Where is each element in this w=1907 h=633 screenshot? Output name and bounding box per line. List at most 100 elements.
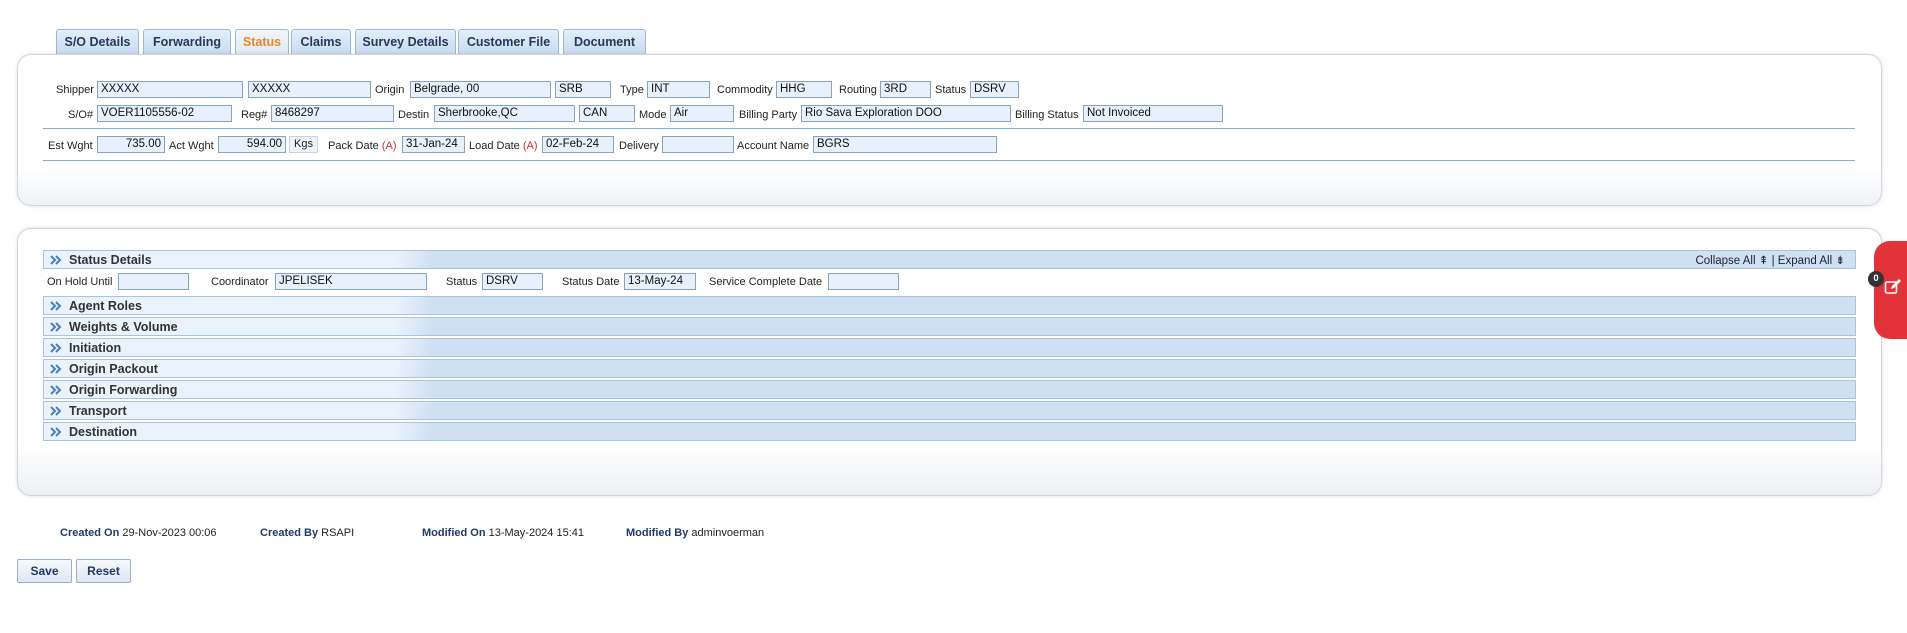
section-title: Origin Forwarding	[69, 383, 178, 397]
tab-survey-details[interactable]: Survey Details	[355, 29, 456, 55]
double-chevron-right-icon	[50, 301, 62, 311]
tab-document[interactable]: Document	[563, 29, 646, 55]
status-field[interactable]: DSRV	[970, 81, 1019, 98]
section-title: Destination	[69, 425, 138, 439]
save-button[interactable]: Save	[17, 559, 72, 583]
section-origin-packout[interactable]: Origin Packout	[43, 359, 1856, 378]
account-name-label: Account Name	[737, 140, 810, 152]
shipper-last-name-field[interactable]: XXXXX	[248, 81, 371, 98]
tab-customer-file[interactable]: Customer File	[458, 29, 559, 55]
destin-label: Destin	[398, 109, 430, 121]
act-weight-label: Act Wght	[169, 140, 214, 152]
est-weight-field[interactable]: 735.00	[97, 136, 165, 153]
section-title: Initiation	[69, 341, 122, 355]
mode-field[interactable]: Air	[670, 105, 734, 122]
collapse-up-icon: ⇞	[1758, 255, 1769, 267]
routing-label: Routing	[839, 84, 877, 96]
coordinator-field[interactable]: JPELISEK	[275, 273, 427, 290]
coordinator-label: Coordinator	[211, 276, 269, 288]
billing-party-field[interactable]: Rio Sava Exploration DOO	[801, 105, 1011, 122]
mode-label: Mode	[639, 109, 667, 121]
created-by: Created By RSAPI	[260, 527, 355, 539]
divider	[43, 128, 1855, 129]
reg-number-label: Reg#	[241, 109, 268, 121]
divider	[43, 160, 1855, 161]
shipper-label: Shipper	[56, 84, 94, 96]
section-title: Transport	[69, 404, 127, 418]
delivery-field[interactable]	[662, 136, 734, 153]
billing-status-label: Billing Status	[1015, 109, 1079, 121]
on-hold-until-label: On Hold Until	[47, 276, 113, 288]
origin-label: Origin	[375, 84, 405, 96]
origin-country-field[interactable]: SRB	[555, 81, 611, 98]
section-destination[interactable]: Destination	[43, 422, 1856, 441]
est-weight-label: Est Wght	[48, 140, 93, 152]
weight-unit: Kgs	[289, 136, 318, 153]
act-weight-field[interactable]: 594.00	[218, 136, 286, 153]
section-title: Weights & Volume	[69, 320, 178, 334]
separator: |	[1771, 255, 1775, 267]
collapse-expand-controls: Collapse All ⇞ | Expand All ⇟	[1695, 253, 1845, 267]
commodity-label: Commodity	[717, 84, 773, 96]
double-chevron-right-icon	[50, 406, 62, 416]
expand-all-link[interactable]: Expand All ⇟	[1778, 255, 1845, 267]
load-date-field[interactable]: 02-Feb-24	[542, 136, 614, 153]
shipment-header-panel	[17, 54, 1882, 206]
section-title: Origin Packout	[69, 362, 158, 376]
status-date-field[interactable]: 13-May-24	[624, 273, 696, 290]
type-field[interactable]: INT	[647, 81, 710, 98]
pack-date-field[interactable]: 31-Jan-24	[402, 136, 465, 153]
double-chevron-right-icon	[50, 343, 62, 353]
destin-country-field[interactable]: CAN	[579, 105, 635, 122]
section-weights-volume[interactable]: Weights & Volume	[43, 317, 1856, 336]
reg-number-field[interactable]: 8468297	[271, 105, 394, 122]
modified-on: Modified On 13-May-2024 15:41	[422, 527, 585, 539]
tab-forwarding[interactable]: Forwarding	[143, 29, 231, 55]
notes-edit-button[interactable]: 0	[1868, 241, 1907, 339]
double-chevron-right-icon	[50, 385, 62, 395]
section-transport[interactable]: Transport	[43, 401, 1856, 420]
origin-city-field[interactable]: Belgrade, 00	[410, 81, 551, 98]
section-agent-roles[interactable]: Agent Roles	[43, 296, 1856, 315]
shipper-first-name-field[interactable]: XXXXX	[97, 81, 243, 98]
notification-count-badge: 0	[1868, 271, 1884, 287]
service-complete-date-label: Service Complete Date	[709, 276, 823, 288]
load-date-actual-flag: (A)	[522, 140, 538, 152]
service-complete-date-field[interactable]	[828, 273, 899, 290]
delivery-label: Delivery	[619, 140, 659, 152]
type-label: Type	[620, 84, 644, 96]
so-number-label: S/O#	[68, 109, 94, 121]
section-initiation[interactable]: Initiation	[43, 338, 1856, 357]
routing-field[interactable]: 3RD	[880, 81, 931, 98]
on-hold-until-field[interactable]	[118, 273, 189, 290]
status-label: Status	[935, 84, 967, 96]
tab-so-details[interactable]: S/O Details	[56, 29, 139, 55]
status-field[interactable]: DSRV	[482, 273, 543, 290]
load-date-label: Load Date (A)	[469, 140, 538, 152]
double-chevron-right-icon	[50, 322, 62, 332]
so-number-field[interactable]: VOER1105556-02	[97, 105, 232, 122]
status-details-title: Status Details	[69, 253, 152, 267]
expand-down-icon: ⇟	[1835, 255, 1845, 267]
reset-button[interactable]: Reset	[76, 559, 131, 583]
created-on: Created On 29-Nov-2023 00:06	[60, 527, 217, 539]
status-date-label: Status Date	[562, 276, 620, 288]
section-origin-forwarding[interactable]: Origin Forwarding	[43, 380, 1856, 399]
double-chevron-right-icon	[50, 427, 62, 437]
pack-date-actual-flag: (A)	[381, 140, 397, 152]
destin-city-field[interactable]: Sherbrooke,QC	[434, 105, 575, 122]
collapse-all-link[interactable]: Collapse All ⇞	[1695, 255, 1768, 267]
status-label: Status	[446, 276, 478, 288]
pack-date-label: Pack Date (A)	[328, 140, 397, 152]
tab-status[interactable]: Status	[235, 29, 289, 55]
section-title: Agent Roles	[69, 299, 142, 313]
tab-claims[interactable]: Claims	[291, 29, 351, 55]
account-name-field[interactable]: BGRS	[813, 136, 997, 153]
billing-party-label: Billing Party	[739, 109, 798, 121]
double-chevron-right-icon	[50, 255, 62, 265]
billing-status-field[interactable]: Not Invoiced	[1083, 105, 1223, 122]
modified-by: Modified By adminvoerman	[626, 527, 765, 539]
edit-icon	[1884, 279, 1901, 294]
status-details-header[interactable]: Status Details Collapse All ⇞ | Expand A…	[43, 250, 1856, 269]
commodity-field[interactable]: HHG	[776, 81, 832, 98]
